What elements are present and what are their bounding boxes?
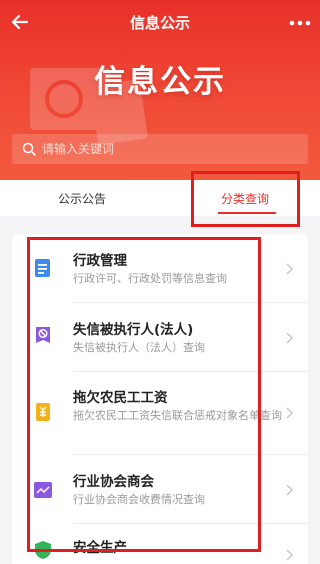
top-nav: 信息公示 bbox=[0, 0, 320, 46]
chevron-right-icon bbox=[286, 484, 293, 496]
page-title: 信息公示 bbox=[129, 14, 190, 32]
hero-title: 信息公示 bbox=[94, 64, 226, 100]
chevron-right-icon bbox=[286, 332, 293, 344]
search-icon bbox=[22, 142, 36, 156]
highlight-box-list bbox=[27, 237, 261, 552]
chevron-right-icon bbox=[286, 263, 293, 275]
chevron-right-icon bbox=[286, 407, 293, 419]
search-input[interactable] bbox=[42, 134, 297, 164]
tab-announcements[interactable]: 公示公告 bbox=[58, 190, 106, 207]
search-bar[interactable] bbox=[12, 134, 308, 164]
more-dots-icon[interactable] bbox=[288, 14, 312, 32]
highlight-box-tab bbox=[191, 171, 300, 227]
hero-banner: 信息公示 信息公示 bbox=[0, 0, 320, 180]
chevron-right-icon bbox=[286, 549, 293, 561]
